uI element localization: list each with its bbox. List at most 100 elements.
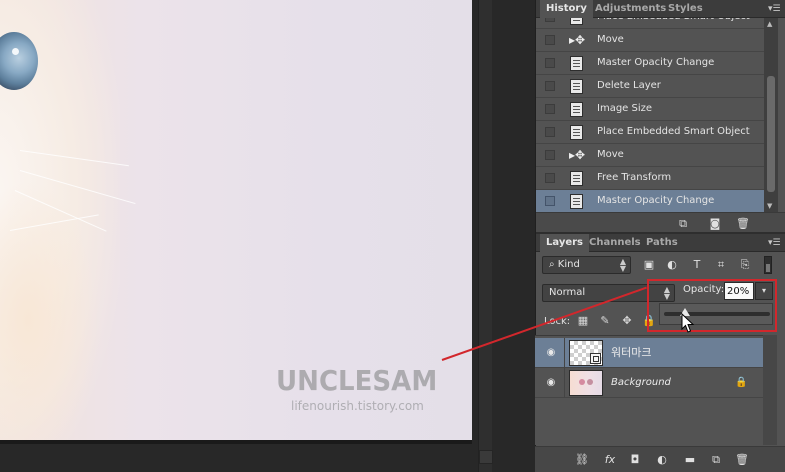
divider [564,368,565,398]
layer-row-watermark[interactable]: ◉ 워터마크 [535,338,763,368]
scroll-corner [479,450,493,464]
annotation-highlight-box [647,279,777,332]
history-item[interactable]: Free Transform [536,167,764,190]
history-item-label: Free Transform [597,172,672,183]
history-snapshot-checkbox[interactable] [545,127,555,137]
history-snapshot-checkbox[interactable] [545,81,555,91]
panel-menu-icon[interactable]: ▾☰ [768,238,781,248]
history-item[interactable]: Place Embedded Smart Object [536,18,764,29]
document-canvas[interactable]: UNCLESAM lifenourish.tistory.com [0,0,472,440]
cat-fur-lower [0,180,100,440]
camera-icon[interactable]: ◙ [708,217,722,230]
history-scroll-thumb[interactable] [767,76,775,192]
new-layer-icon[interactable]: ⧉ [709,453,723,466]
scroll-down-arrow-icon[interactable]: ▼ [767,203,775,210]
history-tabbar: History Adjustments Styles ▾☰ [536,0,785,18]
history-item[interactable]: Delete Layer [536,75,764,98]
link-layers-icon[interactable]: ⛓ [575,453,589,466]
history-item-label: Move [597,149,624,160]
mouse-cursor-icon [681,313,695,333]
move-icon: ▸✥ [569,33,586,47]
history-item[interactable]: ▸✥ Move [536,29,764,52]
filter-kind-select[interactable]: ⌕ Kind ▲ ▼ [542,256,631,274]
history-snapshot-checkbox[interactable] [545,150,555,160]
layer-thumbnail [569,340,603,366]
eye-icon[interactable]: ◉ [544,377,558,389]
history-item-label: Place Embedded Smart Object [597,18,750,28]
new-document-from-state-icon[interactable]: ⧉ [676,217,690,230]
move-icon: ▸✥ [569,148,586,162]
search-icon: ⌕ [549,259,555,270]
tab-adjustments[interactable]: Adjustments [589,0,672,18]
watermark-title: UNCLESAM [276,364,438,397]
layer-row-background[interactable]: ◉ Background 🔒 [535,368,763,398]
history-item-selected[interactable]: Master Opacity Change [536,190,764,212]
shape-filter-icon[interactable]: ⌗ [714,258,728,272]
eye-icon[interactable]: ◉ [544,347,558,359]
history-snapshot-checkbox[interactable] [545,196,555,206]
history-snapshot-checkbox[interactable] [545,58,555,68]
divider [564,338,565,368]
watermark-url: lifenourish.tistory.com [291,399,424,413]
history-item-label: Master Opacity Change [597,57,715,68]
layer-name[interactable]: 워터마크 [611,338,651,368]
history-item[interactable]: ▸✥ Move [536,144,764,167]
history-snapshot-checkbox[interactable] [545,35,555,45]
layers-tabbar: Layers Channels Paths ▾☰ [536,234,785,252]
tab-styles[interactable]: Styles [662,0,709,18]
document-icon [570,125,583,140]
history-scrollbar[interactable]: ▲ ▼ [764,18,778,212]
history-list: Place Embedded Smart Object ▸✥ Move Mast… [536,18,764,212]
history-snapshot-checkbox[interactable] [545,18,555,22]
document-icon [570,56,583,71]
tab-channels[interactable]: Channels [583,234,647,252]
pixel-filter-icon[interactable]: ▣ [642,258,656,272]
vertical-scrollbar[interactable] [478,0,493,472]
layer-thumbnail [569,370,603,396]
panel-menu-icon[interactable]: ▾☰ [768,4,781,14]
smart-object-badge-icon [590,353,601,364]
history-item-label: Delete Layer [597,80,661,91]
new-group-icon[interactable]: ▬ [683,453,697,466]
lock-transparent-pixels-icon[interactable]: ▦ [576,314,590,328]
history-item[interactable]: Place Embedded Smart Object [536,121,764,144]
trash-icon[interactable]: 🗑 [736,217,750,230]
layer-mask-icon[interactable]: ◘ [628,453,642,466]
document-icon [570,18,583,25]
scroll-up-arrow-icon[interactable]: ▲ [767,21,775,28]
smart-object-filter-icon[interactable]: ⎘ [738,258,752,272]
canvas-area[interactable]: UNCLESAM lifenourish.tistory.com [0,0,535,472]
lock-position-icon[interactable]: ✥ [620,314,634,328]
layers-list: ◉ 워터마크 ◉ Background 🔒 [535,335,763,445]
image-size-icon [570,102,583,117]
history-item-label: Image Size [597,103,653,114]
lock-image-pixels-icon[interactable]: ✎ [598,314,612,328]
select-arrows-icon: ▲ ▼ [619,257,626,273]
layers-footer: ⛓ fx ◘ ◐ ▬ ⧉ 🗑 [535,446,785,472]
history-item[interactable]: Master Opacity Change [536,52,764,75]
document-icon [570,79,583,94]
history-snapshot-checkbox[interactable] [545,173,555,183]
filter-toggle[interactable] [764,256,772,274]
lock-icon: 🔒 [735,377,748,388]
history-item-label: Master Opacity Change [597,195,715,206]
tab-history[interactable]: History [540,0,593,18]
layers-scrollbar[interactable] [763,335,777,445]
adjustment-filter-icon[interactable]: ◐ [665,258,679,272]
fx-icon[interactable]: fx [603,453,617,466]
history-item-label: Move [597,34,624,45]
history-item[interactable]: Image Size [536,98,764,121]
history-item-label: Place Embedded Smart Object [597,126,750,137]
document-icon [570,171,583,186]
document-icon [570,194,583,209]
eye-highlight [12,48,19,55]
history-snapshot-checkbox[interactable] [545,104,555,114]
trash-icon[interactable]: 🗑 [735,453,749,466]
filter-kind-label: Kind [557,259,580,270]
canvas-shadow [0,440,472,444]
type-filter-icon[interactable]: T [690,258,704,272]
layer-name[interactable]: Background [611,368,671,398]
tab-layers[interactable]: Layers [540,234,589,252]
adjustment-layer-icon[interactable]: ◐ [655,453,669,466]
tab-paths[interactable]: Paths [640,234,684,252]
